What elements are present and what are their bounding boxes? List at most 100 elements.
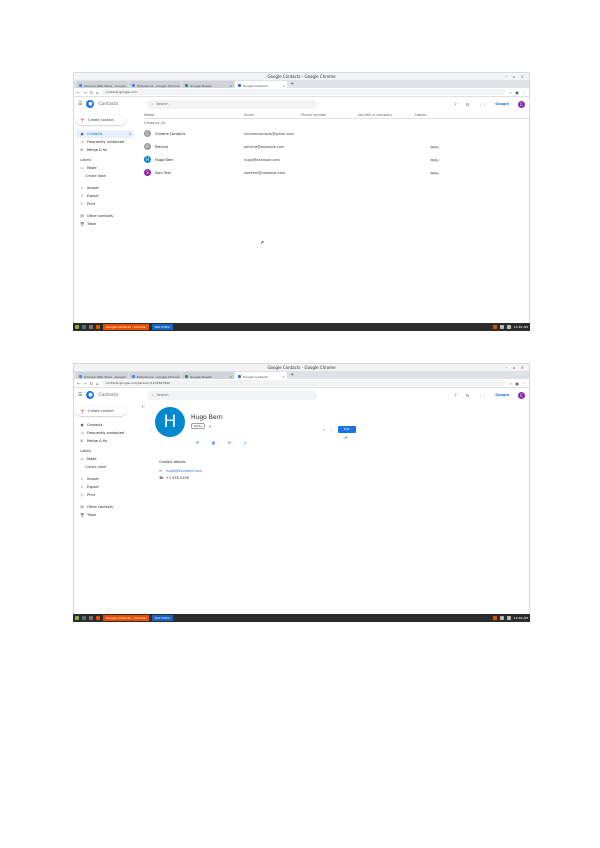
help-icon[interactable]: ? [455, 393, 457, 398]
star-icon[interactable]: ☆ [509, 90, 513, 95]
home-icon[interactable]: ⌂ [96, 381, 99, 386]
video-icon[interactable]: ▷ [242, 439, 249, 446]
network-icon[interactable] [499, 616, 504, 620]
tab-chrome-web-store[interactable]: Chrome Web Store - Google× [76, 372, 128, 379]
back-icon[interactable]: ← [77, 90, 80, 95]
taskbar-task-browser[interactable]: Google Contacts - Chrome [103, 324, 149, 330]
forward-icon[interactable]: → [83, 381, 86, 386]
volume-icon[interactable] [506, 325, 511, 329]
puzzle-icon[interactable]: ▣ [515, 381, 519, 386]
label-chip[interactable]: Mode [191, 423, 206, 429]
tab-extensions[interactable]: Extensions - Google Chrome× [129, 372, 181, 379]
tab-contacts[interactable]: Google Contacts × [235, 372, 287, 379]
column-header[interactable]: Name [144, 113, 244, 117]
edit-button[interactable]: Edit [337, 426, 356, 433]
tab-sheets[interactable]: Google Sheets × [182, 372, 234, 379]
sidebar-item-import[interactable]: ⇩ Import [76, 184, 136, 192]
event-icon[interactable]: ▦ [210, 439, 217, 446]
settings-icon[interactable]: ⚙ [466, 102, 470, 107]
table-row[interactable]: C Chrome Contacts chromecontacts@gmail.co… [144, 127, 529, 140]
close-icon[interactable]: × [282, 375, 285, 379]
reload-icon[interactable]: ↻ [90, 90, 93, 95]
folder-icon[interactable] [89, 325, 93, 329]
more-icon[interactable]: ⋮ [330, 427, 334, 432]
column-header[interactable]: Labels [415, 113, 472, 117]
tab-sheets[interactable]: Google Sheets × [182, 81, 234, 88]
reload-icon[interactable]: ↻ [90, 381, 93, 386]
search-input[interactable]: ⌕ Search [147, 390, 318, 400]
taskbar-task-browser[interactable]: Google Contacts - Chrome [103, 615, 149, 621]
start-menu-icon[interactable] [75, 616, 79, 620]
start-menu-icon[interactable] [75, 325, 79, 329]
new-tab-button[interactable]: + [288, 81, 296, 88]
help-icon[interactable]: ? [455, 102, 457, 107]
contact-email[interactable]: hugo@example.com [166, 469, 202, 473]
update-icon[interactable] [492, 616, 497, 620]
taskbar-task-editor[interactable]: Text Editor [151, 615, 174, 621]
terminal-icon[interactable] [82, 325, 86, 329]
close-icon[interactable]: × [282, 84, 285, 88]
sidebar-item-trash[interactable]: 🗑 Trash [76, 511, 136, 519]
volume-icon[interactable] [506, 616, 511, 620]
url-input[interactable]: contacts.google.com [101, 89, 506, 95]
star-icon[interactable]: ☆ [322, 427, 326, 432]
column-header[interactable]: Job title & company [358, 113, 415, 117]
url-input[interactable]: contacts.google.com/person/c1234567890 [101, 380, 506, 386]
sidebar-item-create-label[interactable]: Create label [76, 463, 136, 471]
home-icon[interactable]: ⌂ [96, 90, 99, 95]
tab-contacts[interactable]: Google Contacts × [235, 81, 287, 88]
folder-icon[interactable] [89, 616, 93, 620]
add-label-icon[interactable]: + [208, 424, 211, 429]
create-contact-button[interactable]: + Create contact [76, 115, 126, 125]
sidebar-item-contacts[interactable]: ● Contacts 4 [76, 130, 134, 138]
table-row[interactable]: H Hugo Bern hugo@example.com Mode [144, 153, 529, 166]
chat-icon[interactable]: ☏ [226, 439, 233, 446]
sidebar-item-frequent[interactable]: ◷ Frequently contacted [76, 429, 136, 437]
column-header[interactable]: Phone number [301, 113, 358, 117]
hamburger-menu-icon[interactable]: ☰ [78, 101, 82, 107]
sidebar-item-import[interactable]: ⇩ Import [76, 475, 136, 483]
email-icon[interactable]: ✉ [194, 439, 201, 446]
back-arrow-icon[interactable]: ← [142, 404, 145, 409]
apps-grid-icon[interactable]: ⋮⋮ [478, 102, 486, 107]
create-contact-button[interactable]: + Create contact [76, 406, 126, 416]
hamburger-menu-icon[interactable]: ☰ [78, 392, 82, 398]
tab-chrome-web-store[interactable]: Chrome Web Store - Google× [76, 81, 128, 88]
window-controls[interactable]: – ▫ × [505, 365, 526, 370]
contact-phone[interactable]: +1 555 0100 [166, 476, 189, 480]
network-icon[interactable] [499, 325, 504, 329]
apps-grid-icon[interactable]: ⋮⋮ [478, 393, 486, 398]
table-row[interactable]: P Patricia patricia@example.com Mode [144, 140, 529, 153]
terminal-icon[interactable] [82, 616, 86, 620]
firefox-icon[interactable] [96, 325, 100, 329]
sidebar-item-label-mode[interactable]: ▭ Mode [76, 455, 136, 463]
update-icon[interactable] [492, 325, 497, 329]
settings-icon[interactable]: ⚙ [466, 393, 470, 398]
table-row[interactable]: S Sam Teal samteal@example.com Mode [144, 166, 529, 179]
window-controls[interactable]: – ▫ × [505, 74, 526, 79]
sidebar-item-export[interactable]: ⇧ Export [76, 483, 136, 491]
sidebar-item-create-label[interactable]: Create label [76, 172, 136, 180]
sidebar-item-other-contacts[interactable]: ▤ Other contacts [76, 212, 136, 220]
sidebar-item-export[interactable]: ⇧ Export [76, 192, 136, 200]
search-input[interactable]: ⌕ Search [147, 99, 318, 109]
close-icon[interactable]: × [229, 84, 232, 88]
account-avatar[interactable]: C [518, 391, 525, 399]
star-icon[interactable]: ☆ [509, 381, 513, 386]
forward-icon[interactable]: → [83, 90, 86, 95]
close-icon[interactable]: × [229, 375, 232, 379]
account-avatar[interactable]: C [518, 100, 525, 108]
clock[interactable]: 10:49 AM [514, 325, 528, 329]
sidebar-item-other-contacts[interactable]: ▤ Other contacts [76, 503, 136, 511]
new-tab-button[interactable]: + [288, 372, 296, 379]
tab-extensions[interactable]: Extensions - Google Chrome× [129, 81, 181, 88]
sidebar-item-contacts[interactable]: ● Contacts [76, 421, 136, 429]
sidebar-item-print[interactable]: ⎙ Print [76, 491, 136, 499]
menu-dots-icon[interactable]: ⋮ [522, 90, 526, 95]
menu-dots-icon[interactable]: ⋮ [522, 381, 526, 386]
clock[interactable]: 10:49 AM [514, 616, 528, 620]
back-icon[interactable]: ← [77, 381, 80, 386]
sidebar-item-merge[interactable]: ⊞ Merge & fix [76, 146, 136, 154]
column-header[interactable]: Email [244, 113, 301, 117]
puzzle-icon[interactable]: ▣ [515, 90, 519, 95]
